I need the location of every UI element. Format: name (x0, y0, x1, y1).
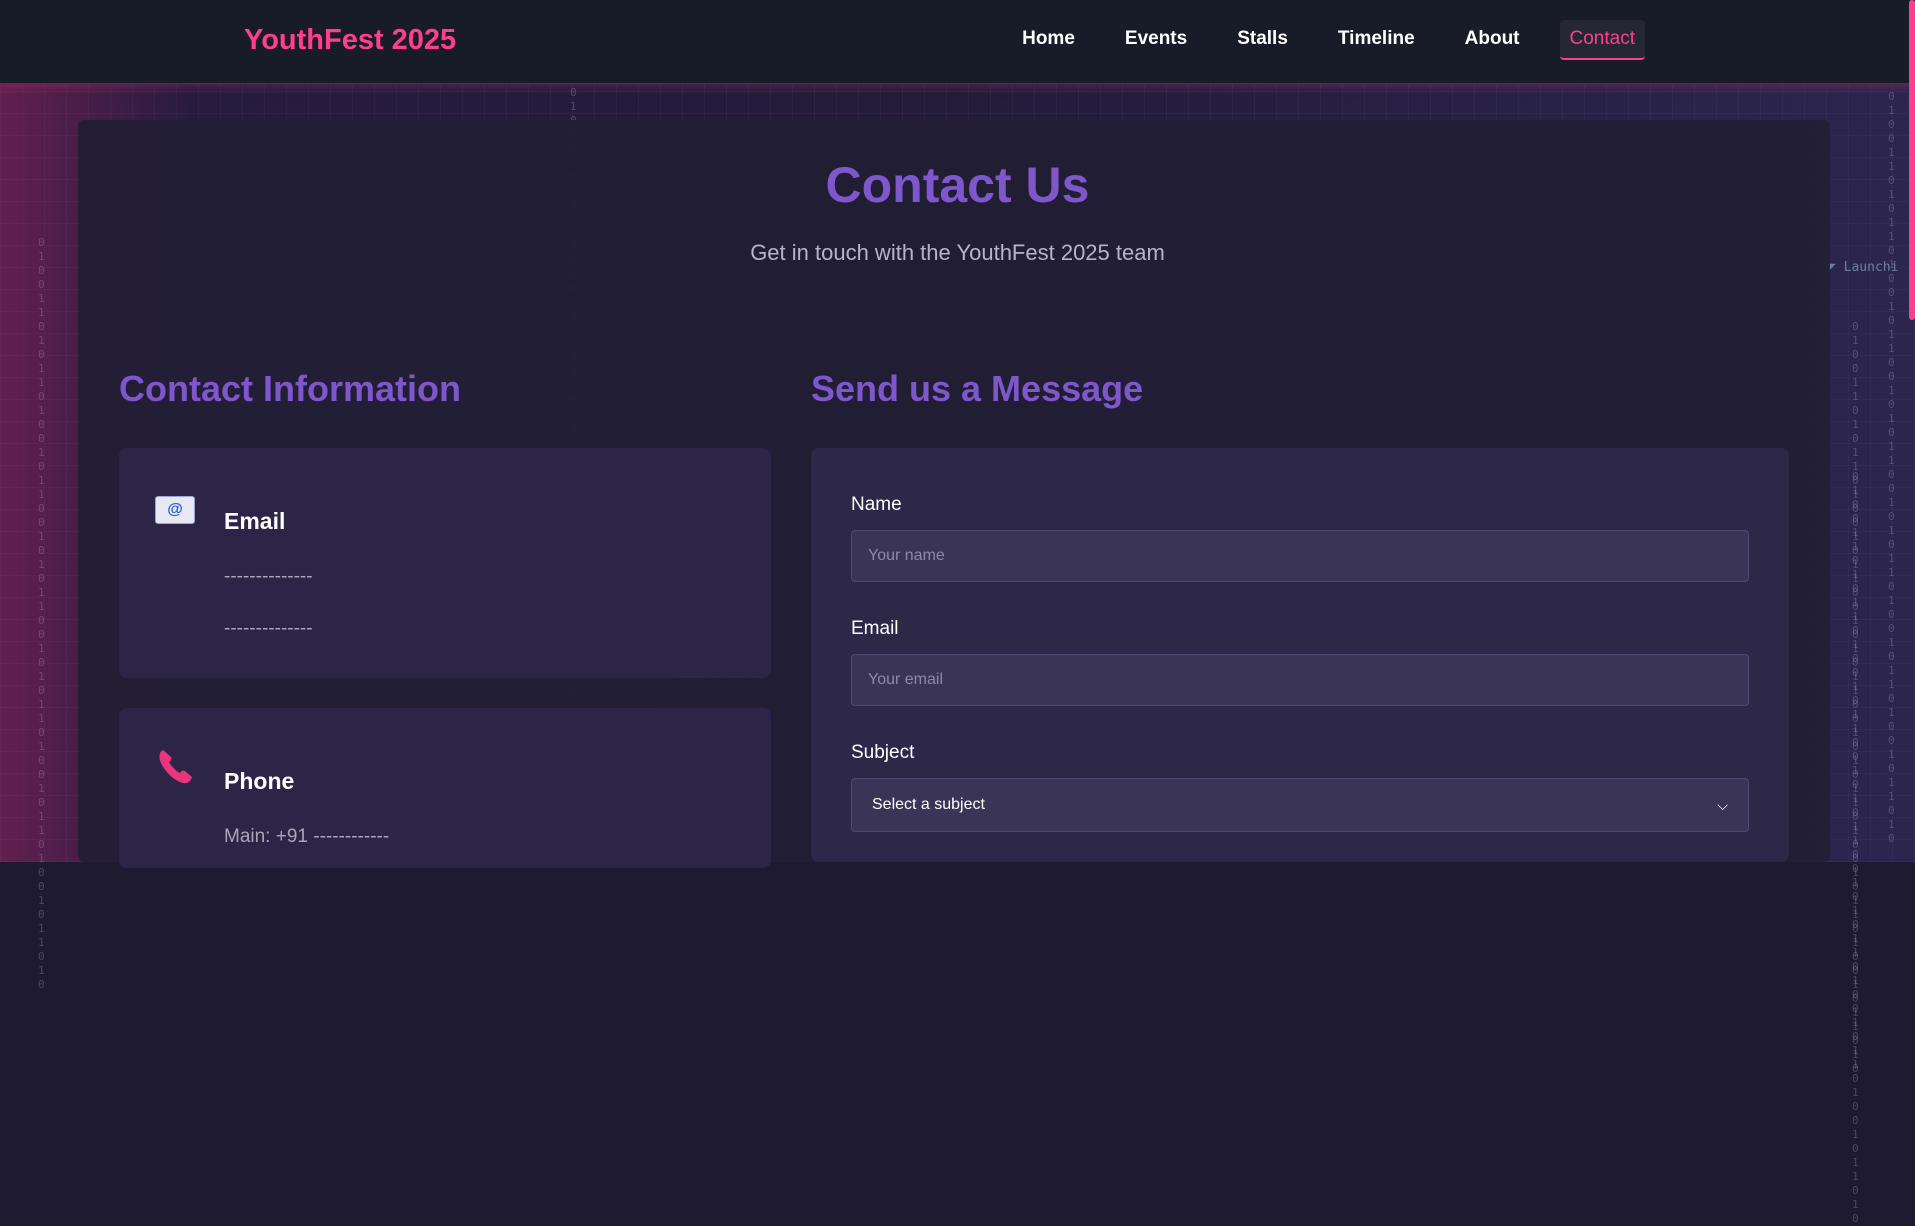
binary-rain-top: 0100110101101001011001010110010101101001… (570, 86, 577, 841)
email-line-1: -------------- (224, 566, 313, 587)
contact-form: Name Email Subject Select a subject ⌵ (811, 448, 1789, 862)
chevron-down-icon: ⌵ (1717, 796, 1728, 813)
phone-line-main: Main: +91 ------------ (224, 826, 390, 847)
email-icon: @ (155, 494, 195, 526)
phone-card: Phone Main: +91 ------------ (119, 708, 771, 868)
email-card: @ Email -------------- -------------- (119, 448, 771, 678)
subject-selected-value: Select a subject (872, 796, 985, 813)
nav-contact[interactable]: Contact (1559, 20, 1645, 60)
subject-label: Subject (851, 742, 915, 763)
brand-logo[interactable]: YouthFest 2025 (244, 24, 456, 57)
nav-timeline[interactable]: Timeline (1328, 20, 1425, 60)
binary-rain-left: 0100110101101001011001010110010101101001… (38, 236, 45, 991)
page-subtitle: Get in touch with the YouthFest 2025 tea… (750, 240, 1165, 265)
send-message-heading: Send us a Message (811, 368, 1144, 409)
nav-events[interactable]: Events (1115, 20, 1197, 60)
name-label: Name (851, 494, 902, 515)
binary-rain-right: 0100110101101001011001010110010101101001… (1888, 90, 1895, 845)
nav-home[interactable]: Home (1012, 20, 1085, 60)
phone-icon (155, 750, 195, 784)
email-label: Email (851, 618, 899, 639)
nav-about[interactable]: About (1455, 20, 1530, 60)
subject-select[interactable]: Select a subject ⌵ (851, 778, 1749, 832)
email-card-title: Email (224, 508, 286, 534)
nav-stalls[interactable]: Stalls (1227, 20, 1298, 60)
page-title: Contact Us (825, 157, 1090, 213)
contact-info-heading: Contact Information (119, 368, 461, 409)
top-navbar: YouthFest 2025 Home Events Stalls Timeli… (0, 0, 1915, 84)
phone-card-title: Phone (224, 768, 295, 794)
email-line-2: -------------- (224, 618, 313, 639)
binary-rain-right-3: 0100110101101001011001010110010101101001… (1852, 470, 1859, 1225)
name-input[interactable] (851, 530, 1749, 582)
email-input[interactable] (851, 654, 1749, 706)
main-nav: Home Events Stalls Timeline About Contac… (1012, 20, 1645, 60)
